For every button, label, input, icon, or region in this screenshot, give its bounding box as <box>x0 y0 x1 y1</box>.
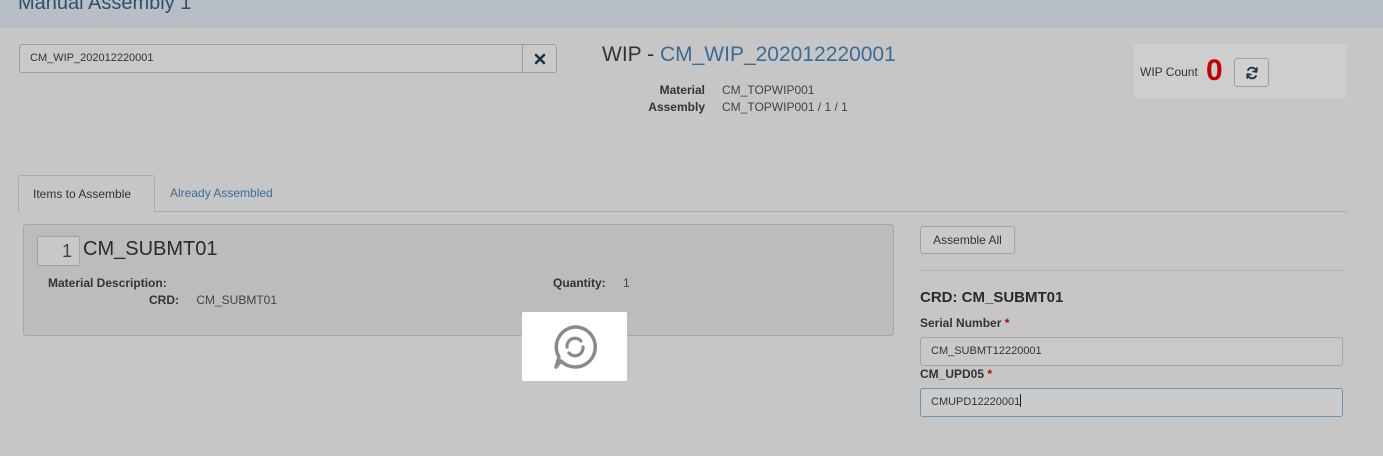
material-description-field: Material Description: <box>48 276 181 290</box>
upd-input[interactable]: CMUPD12220001 <box>920 388 1343 417</box>
item-number: 1 <box>37 236 80 266</box>
item-card: 1 CM_SUBMT01 Material Description: CRD: … <box>23 224 894 336</box>
wip-count-label: WIP Count <box>1140 65 1198 79</box>
divider <box>920 270 1347 271</box>
crd-field: CRD: CM_SUBMT01 <box>149 293 277 307</box>
quantity-label: Quantity: <box>553 276 606 290</box>
loading-spinner-icon <box>553 324 597 369</box>
assembly-label: Assembly <box>648 100 705 114</box>
wip-count-value: 0 <box>1206 54 1223 87</box>
crd-label: CRD: <box>149 293 179 307</box>
quantity-field: Quantity: 1 <box>553 276 630 290</box>
wip-prefix: WIP - <box>602 43 660 66</box>
material-description-label: Material Description: <box>48 276 167 290</box>
wip-heading: WIP - CM_WIP_202012220001 <box>602 43 896 67</box>
item-name: CM_SUBMT01 <box>83 238 218 260</box>
serial-number-input[interactable]: CM_SUBMT12220001 <box>920 337 1343 366</box>
wip-info: Material CM_TOPWIP001 Assembly CM_TOPWIP… <box>640 82 848 116</box>
serial-number-label-text: Serial Number <box>920 316 1002 330</box>
text-cursor <box>1020 394 1022 407</box>
wip-id-link[interactable]: CM_WIP_202012220001 <box>660 43 896 66</box>
material-value: CM_TOPWIP001 <box>722 83 815 97</box>
upd-label-text: CM_UPD05 <box>920 367 985 381</box>
crd-value: CM_SUBMT01 <box>196 293 278 307</box>
refresh-button[interactable] <box>1234 58 1269 87</box>
material-label: Material <box>659 83 705 97</box>
quantity-value: 1 <box>623 276 630 290</box>
clear-search-button[interactable] <box>522 44 557 73</box>
wip-search-input[interactable]: CM_WIP_202012220001 <box>19 44 523 73</box>
serial-number-label: Serial Number * <box>920 316 1009 330</box>
title-bar: Manual Assembly 1 <box>0 0 1383 28</box>
refresh-icon <box>1245 66 1258 79</box>
wip-count-panel: WIP Count 0 <box>1134 44 1347 98</box>
loading-overlay <box>522 312 627 381</box>
crd-section-title: CRD: CM_SUBMT01 <box>920 289 1064 306</box>
assembly-value: CM_TOPWIP001 / 1 / 1 <box>722 100 848 114</box>
assemble-all-button[interactable]: Assemble All <box>920 226 1015 254</box>
page-title: Manual Assembly 1 <box>18 0 192 14</box>
required-marker: * <box>987 367 993 381</box>
required-marker: * <box>1004 316 1010 330</box>
close-icon <box>534 53 545 64</box>
tab-items-to-assemble[interactable]: Items to Assemble <box>18 175 155 212</box>
upd-input-value: CMUPD12220001 <box>931 396 1021 408</box>
upd-label: CM_UPD05 * <box>920 367 992 381</box>
tab-already-assembled[interactable]: Already Assembled <box>156 175 287 212</box>
assembly-tabs: Items to Assemble Already Assembled <box>18 175 1347 212</box>
